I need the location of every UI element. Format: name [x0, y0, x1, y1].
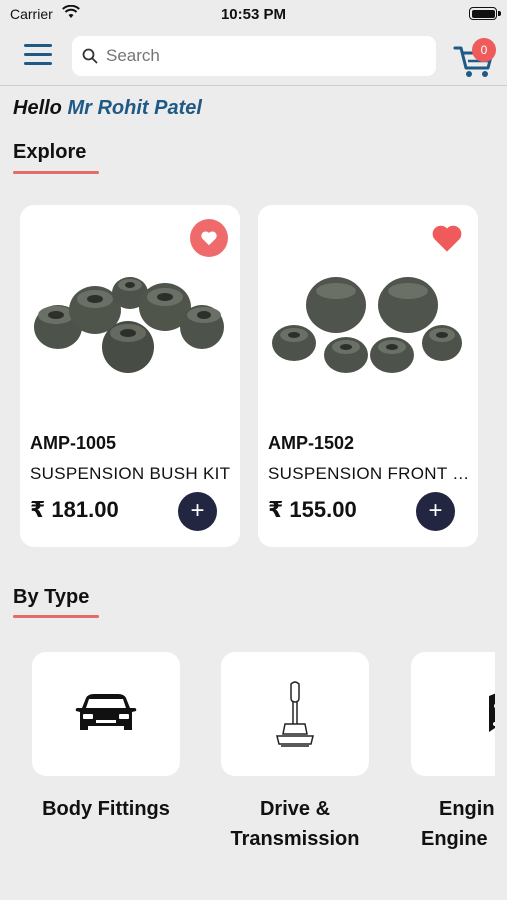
menu-icon[interactable]	[24, 44, 52, 70]
product-card[interactable]: AMP-1502 SUSPENSION FRONT BUSH ₹ 155.00 …	[258, 205, 478, 547]
type-carousel[interactable]: Body Fittings Drive & Transmission Engin…	[0, 640, 495, 880]
type-label: Transmission	[230, 828, 360, 850]
product-image	[272, 277, 462, 373]
top-header	[0, 30, 507, 86]
heart-icon	[432, 225, 462, 252]
type-label: Body Fittings	[42, 798, 170, 820]
search-input[interactable]	[106, 46, 406, 66]
product-card[interactable]: AMP-1005 SUSPENSION BUSH KIT ₹ 181.00 +	[20, 205, 240, 547]
car-icon	[75, 694, 137, 730]
heart-icon	[201, 231, 217, 246]
gear-shift-icon	[276, 681, 314, 747]
type-card[interactable]	[32, 652, 180, 776]
product-image	[34, 277, 224, 373]
explore-underline	[13, 171, 99, 174]
type-item-body-fittings[interactable]: Body Fittings	[32, 652, 180, 824]
favorite-button[interactable]	[428, 219, 466, 257]
type-card[interactable]	[411, 652, 495, 776]
add-to-cart-button[interactable]: +	[416, 492, 455, 531]
type-item-drive-transmission[interactable]: Drive & Transmission	[221, 652, 369, 854]
product-code: AMP-1502	[268, 433, 355, 453]
by-type-title: By Type	[13, 586, 90, 608]
favorite-button[interactable]	[190, 219, 228, 257]
product-price: ₹ 155.00	[268, 497, 357, 522]
type-label: Drive &	[259, 798, 331, 820]
greeting-prefix: Hello	[13, 97, 62, 119]
cart-count-badge: 0	[472, 38, 496, 62]
search-icon	[82, 48, 98, 64]
product-price: ₹ 181.00	[30, 497, 119, 522]
product-code: AMP-1005	[30, 433, 117, 453]
engine-icon	[489, 693, 495, 732]
greeting: Hello Mr Rohit Patel	[13, 97, 202, 120]
product-name: SUSPENSION FRONT BUSH	[268, 464, 473, 483]
status-time: 10:53 PM	[220, 6, 287, 23]
add-to-cart-button[interactable]: +	[178, 492, 217, 531]
battery-icon	[469, 7, 501, 20]
type-item-engine[interactable]: Engine Engine	[411, 652, 495, 854]
status-bar: Carrier 10:53 PM	[0, 0, 507, 30]
type-label: Engine	[421, 828, 488, 850]
type-label: Engine	[439, 798, 495, 820]
explore-title: Explore	[13, 141, 87, 163]
type-card[interactable]	[221, 652, 369, 776]
user-name: Mr Rohit Patel	[67, 97, 202, 119]
search-bar[interactable]	[72, 36, 436, 76]
product-name: SUSPENSION BUSH KIT	[30, 464, 231, 483]
by-type-underline	[13, 615, 99, 618]
